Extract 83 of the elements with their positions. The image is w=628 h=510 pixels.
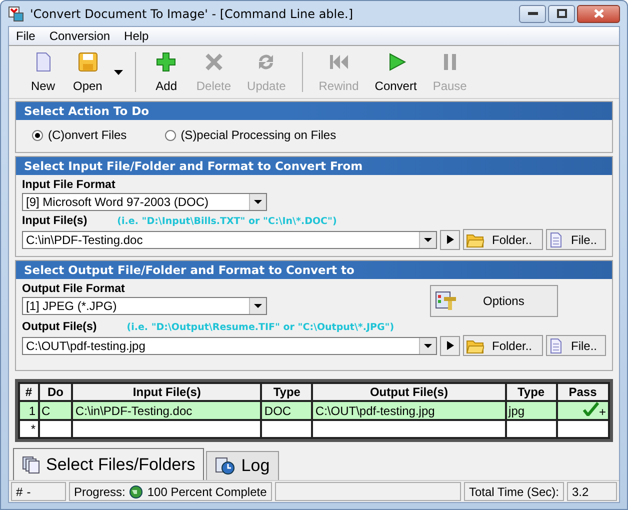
close-icon xyxy=(594,9,604,18)
file-path-field[interactable]: C:\in\PDF-Testing.doc xyxy=(22,230,437,248)
tab[interactable]: Select Files/Folders xyxy=(13,448,204,480)
play-icon xyxy=(446,341,454,350)
table-cell: * xyxy=(19,420,39,438)
field-label: Input File(s) xyxy=(22,215,88,227)
maximize-icon xyxy=(556,9,566,18)
status-text: # xyxy=(16,484,23,498)
minimize-icon xyxy=(528,12,538,16)
minimize-button[interactable] xyxy=(519,4,546,22)
column-header: Pass xyxy=(556,383,609,401)
column-header: # xyxy=(19,383,39,401)
status-text: 3.2 xyxy=(572,484,589,498)
table-cell: 1 xyxy=(19,401,39,420)
play-button[interactable] xyxy=(440,230,460,250)
pass-mark: + xyxy=(598,405,606,419)
toolbar-button[interactable]: Add xyxy=(144,48,188,96)
toolbar-button[interactable]: Convert xyxy=(366,48,425,96)
hint-text: (i.e. "D:\Input\Bills.TXT" or "C:\In\*.DOC") xyxy=(117,216,337,227)
status-text: 100 Percent Complete xyxy=(147,484,267,498)
section-header: Select Action To Do xyxy=(16,102,612,120)
radio-label: (C)onvert Files xyxy=(48,128,127,142)
file-path-field[interactable]: C:\OUT\pdf-testing.jpg xyxy=(22,336,437,354)
radio-option[interactable]: (C)onvert Files xyxy=(32,128,127,142)
field-label: Input File Format xyxy=(22,179,116,191)
document-icon xyxy=(549,232,563,248)
format-dropdown[interactable]: [9] Microsoft Word 97-2003 (DOC) xyxy=(22,193,267,211)
settings-icon xyxy=(435,291,457,311)
globe-icon xyxy=(129,484,144,498)
clock-document-icon xyxy=(215,457,236,475)
status-text: Progress: xyxy=(74,484,126,498)
toolbar-button[interactable]: New xyxy=(21,48,65,96)
menu-item[interactable]: File xyxy=(9,28,42,44)
file-button[interactable]: File.. xyxy=(546,229,606,250)
play-button[interactable] xyxy=(440,336,460,356)
column-header: Output File(s) xyxy=(312,383,506,401)
options-button[interactable]: Options xyxy=(430,285,558,317)
column-header: Do xyxy=(38,383,72,401)
caret-icon xyxy=(254,200,262,204)
table-cell: C:\in\PDF-Testing.doc xyxy=(72,401,262,420)
caret-icon xyxy=(254,304,262,308)
caret-icon xyxy=(114,70,124,74)
radio-button[interactable] xyxy=(164,130,176,140)
toolbar-button[interactable]: Open xyxy=(65,48,110,96)
app-icon xyxy=(8,6,24,22)
field-value: C:\OUT\pdf-testing.jpg xyxy=(26,338,146,352)
format-dropdown[interactable]: [1] JPEG (*.JPG) xyxy=(22,297,267,315)
section-header: Select Output File/Folder and Format to Convert to xyxy=(16,261,612,279)
status-text: Total Time (Sec): xyxy=(468,484,559,498)
radio-button[interactable] xyxy=(32,130,43,140)
table-cell: C:\OUT\pdf-testing.jpg xyxy=(312,401,506,420)
maximize-button[interactable] xyxy=(548,4,575,22)
column-header: Input File(s) xyxy=(72,383,262,401)
field-label: Output File Format xyxy=(22,283,126,295)
section-header: Select Input File/Folder and Format to Convert From xyxy=(16,157,612,175)
cross-icon xyxy=(202,51,225,73)
window-title: 'Convert Document To Image' - [Command Line able.] xyxy=(30,6,354,20)
checkmark-icon xyxy=(582,402,599,416)
folder-button[interactable]: Folder.. xyxy=(463,335,543,356)
document-icon xyxy=(549,338,563,354)
folder-icon xyxy=(466,338,484,354)
field-value: [9] Microsoft Word 97-2003 (DOC) xyxy=(26,195,209,209)
caret-icon xyxy=(424,344,432,348)
table-cell: jpg xyxy=(506,401,557,420)
plus-icon xyxy=(155,51,178,73)
column-header: Type xyxy=(261,383,312,401)
play-icon xyxy=(446,235,454,244)
field-label: Output File(s) xyxy=(22,321,97,333)
caret-icon xyxy=(424,238,432,242)
documents-icon xyxy=(22,456,40,474)
table-cell: DOC xyxy=(261,401,312,420)
folder-icon xyxy=(466,232,484,248)
field-value: [1] JPEG (*.JPG) xyxy=(26,299,117,313)
field-value: C:\in\PDF-Testing.doc xyxy=(26,232,143,246)
close-button[interactable] xyxy=(577,4,620,22)
status-text: - xyxy=(26,484,31,498)
hint-text: (i.e. "D:\Output\Resume.TIF" or "C:\Output\*.JPG") xyxy=(126,322,394,333)
menu-item[interactable]: Conversion xyxy=(42,28,118,44)
folder-button[interactable]: Folder.. xyxy=(463,229,543,250)
column-header: Type xyxy=(506,383,557,401)
tab[interactable]: Log xyxy=(206,451,279,480)
file-button[interactable]: File.. xyxy=(546,335,606,356)
menu-item[interactable]: Help xyxy=(117,28,156,44)
